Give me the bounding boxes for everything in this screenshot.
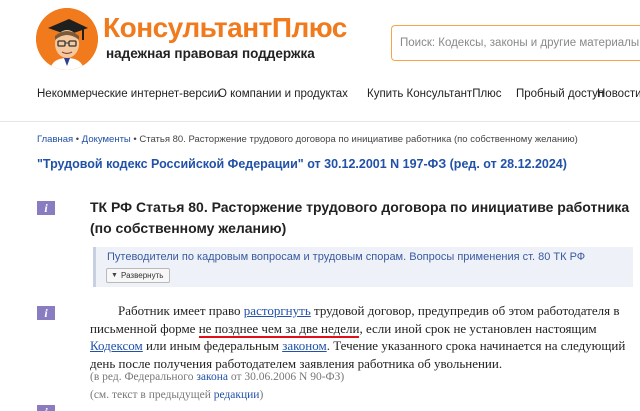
breadcrumb-docs[interactable]: Документы <box>82 134 131 145</box>
breadcrumb-current: Статья 80. Расторжение трудового договор… <box>139 134 578 145</box>
guide-link[interactable]: Путеводители по кадровым вопросам и труд… <box>107 251 585 263</box>
site-header: КонсультантПлюс надежная правовая поддер… <box>0 0 640 80</box>
search-input[interactable] <box>392 26 640 60</box>
expand-button[interactable]: ▼ Развернуть <box>106 268 170 283</box>
nav-item-buy[interactable]: Купить КонсультантПлюс <box>367 88 502 100</box>
link-code[interactable]: Кодексом <box>90 338 143 353</box>
nav-item-about[interactable]: О компании и продуктах <box>218 88 348 100</box>
search-box <box>391 25 640 61</box>
link-terminate[interactable]: расторгнуть <box>244 303 311 318</box>
link-law[interactable]: законом <box>282 338 327 353</box>
main-nav: Некоммерческие интернет-версии О компани… <box>0 88 640 112</box>
para-text: Работник имеет право <box>118 303 244 318</box>
nav-item-news[interactable]: Новости <box>597 88 640 100</box>
brand-subtitle: надежная правовая поддержка <box>106 46 315 61</box>
article-title: ТК РФ Статья 80. Расторжение трудового д… <box>90 199 630 236</box>
note-text: от 30.06.2006 N 90-ФЗ) <box>228 371 345 383</box>
chevron-down-icon: ▼ <box>111 272 118 279</box>
nav-item-noncommercial[interactable]: Некоммерческие интернет-версии <box>37 88 220 100</box>
note-text: ) <box>259 389 264 401</box>
nav-divider <box>0 121 640 122</box>
article-paragraph: Работник имеет право расторгнуть трудово… <box>90 302 630 372</box>
link-previous-edition[interactable]: редакции <box>214 389 260 401</box>
logo-icon[interactable] <box>36 8 98 70</box>
para-text: или иным федеральным <box>142 338 283 353</box>
document-title[interactable]: "Трудовой кодекс Российской Федерации" о… <box>37 157 567 171</box>
breadcrumb-sep: • <box>73 134 82 145</box>
note-text: (см. текст в предыдущей <box>90 389 214 401</box>
info-icon[interactable]: i <box>37 306 55 320</box>
nav-item-trial[interactable]: Пробный доступ <box>516 88 604 100</box>
breadcrumb-home[interactable]: Главная <box>37 134 73 145</box>
info-icon[interactable]: i <box>37 405 55 411</box>
breadcrumb: Главная • Документы • Статья 80. Расторж… <box>37 134 578 145</box>
brand-title[interactable]: КонсультантПлюс <box>103 12 347 44</box>
highlighted-phrase: не позднее чем за две недели <box>198 320 360 338</box>
previous-edition-note: (см. текст в предыдущей редакции) <box>90 389 263 401</box>
guide-box: Путеводители по кадровым вопросам и труд… <box>93 247 633 287</box>
info-icon[interactable]: i <box>37 201 55 215</box>
para-text: , если иной срок не установлен настоящим <box>359 320 597 336</box>
amendment-note: (в ред. Федерального закона от 30.06.200… <box>90 371 344 383</box>
expand-label: Развернуть <box>121 271 164 280</box>
note-text: (в ред. Федерального <box>90 371 197 383</box>
link-federal-law[interactable]: закона <box>196 371 228 383</box>
article-body: Работник имеет право расторгнуть трудово… <box>90 302 630 372</box>
